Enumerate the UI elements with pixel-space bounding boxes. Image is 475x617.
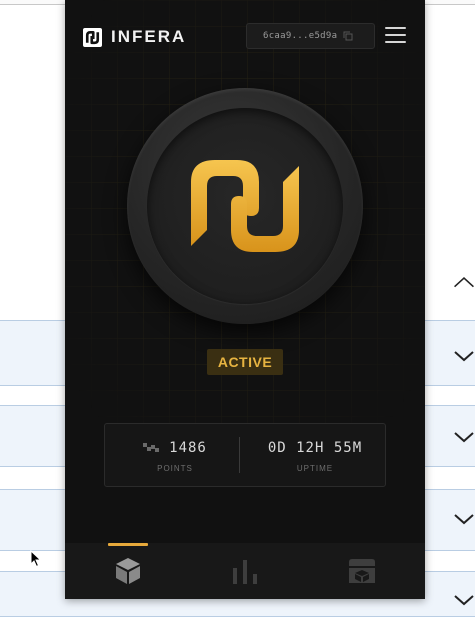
uptime-label: UPTIME xyxy=(296,464,334,473)
uptime-value: 0D 12H 55M xyxy=(267,440,363,456)
uptime-stat: 0D 12H 55M UPTIME xyxy=(245,424,385,486)
screen: INFERA 6caa9...e5d9a ACTIVE 1486 POINTS … xyxy=(0,0,475,617)
mouse-cursor-icon xyxy=(30,550,42,568)
brand-logo: INFERA xyxy=(83,27,186,47)
infera-logo-icon xyxy=(83,27,102,47)
stats-divider xyxy=(239,437,240,473)
cube-icon xyxy=(116,558,140,584)
bar-chart-icon xyxy=(233,560,257,584)
popup-header: INFERA 6caa9...e5d9a xyxy=(65,0,425,72)
points-value-row: 1486 xyxy=(105,440,245,456)
chevron-up-icon[interactable] xyxy=(453,271,475,293)
points-value: 1486 xyxy=(169,440,207,456)
stats-panel: 1486 POINTS 0D 12H 55M UPTIME xyxy=(104,423,386,487)
chevron-down-icon[interactable] xyxy=(453,345,475,367)
status-badge: ACTIVE xyxy=(207,349,283,375)
points-stat: 1486 POINTS xyxy=(105,424,245,486)
brand-name: INFERA xyxy=(111,27,187,46)
points-label: POINTS xyxy=(157,464,193,473)
chevron-down-icon[interactable] xyxy=(453,589,475,611)
infera-logo-icon xyxy=(191,160,299,252)
tab-node[interactable] xyxy=(68,543,188,599)
wallet-address: 6caa9...e5d9a xyxy=(263,31,338,41)
chevron-down-icon[interactable] xyxy=(453,426,475,448)
tab-store[interactable] xyxy=(302,543,422,599)
points-icon xyxy=(143,443,160,452)
store-icon xyxy=(349,559,375,583)
status-text: ACTIVE xyxy=(217,354,273,370)
node-toggle-button[interactable] xyxy=(127,88,363,324)
extension-popup: INFERA 6caa9...e5d9a ACTIVE 1486 POINTS … xyxy=(65,0,425,599)
wallet-address-chip[interactable]: 6caa9...e5d9a xyxy=(246,23,375,49)
hamburger-menu-icon[interactable] xyxy=(385,27,406,43)
bottom-navigation xyxy=(65,543,425,599)
tab-stats[interactable] xyxy=(185,543,305,599)
active-tab-indicator xyxy=(108,543,148,546)
copy-icon[interactable] xyxy=(343,31,353,41)
chevron-down-icon[interactable] xyxy=(453,508,475,530)
